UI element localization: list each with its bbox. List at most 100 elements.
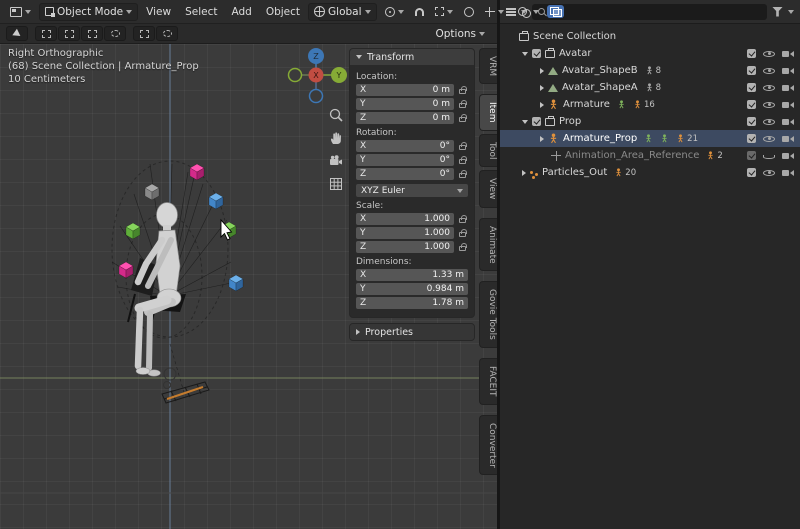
tab-converter[interactable]: Converter	[479, 415, 497, 476]
tab-vrm[interactable]: VRM	[479, 48, 497, 84]
dimensions-y-field[interactable]: Y0.984 m	[356, 283, 468, 295]
location-y-field[interactable]: Y0 m	[356, 98, 454, 110]
outliner-row-armature[interactable]: Armature 16	[500, 96, 800, 113]
outliner-row-avatar-shapeb[interactable]: Avatar_ShapeB 8	[500, 62, 800, 79]
selectable-checkbox[interactable]	[747, 83, 756, 92]
disable-render-icon[interactable]	[782, 168, 794, 177]
hide-eye-icon[interactable]	[763, 134, 775, 144]
pan-button[interactable]	[327, 129, 345, 147]
scale-z-field[interactable]: Z1.000	[356, 241, 454, 253]
control-cube-magenta-top[interactable]	[190, 164, 204, 180]
outliner-row-armature-prop[interactable]: Armature_Prop 21	[500, 130, 800, 147]
select-intersect-button[interactable]	[104, 26, 126, 41]
properties-panel-header[interactable]: Properties	[350, 324, 474, 340]
hide-eye-icon[interactable]	[763, 151, 775, 161]
collection-name[interactable]: Scene Collection	[533, 31, 616, 42]
options-dropdown[interactable]: Options	[429, 25, 491, 43]
disable-render-icon[interactable]	[782, 66, 794, 75]
menu-view[interactable]: View	[140, 0, 177, 24]
disable-render-icon[interactable]	[782, 151, 794, 160]
y-neg-axis-ball[interactable]	[289, 69, 302, 82]
object-name[interactable]: Armature	[563, 99, 610, 110]
expand-icon[interactable]	[540, 136, 544, 142]
outliner-row-avatar[interactable]: Avatar	[500, 45, 800, 62]
disable-render-icon[interactable]	[782, 134, 794, 143]
tool-option-b-button[interactable]	[156, 26, 178, 41]
menu-select[interactable]: Select	[179, 0, 223, 24]
object-name[interactable]: Armature_Prop	[563, 133, 637, 144]
expand-icon[interactable]	[522, 170, 526, 176]
scale-x-field[interactable]: X1.000	[356, 213, 454, 225]
hide-eye-icon[interactable]	[763, 83, 775, 93]
expand-icon[interactable]	[540, 102, 544, 108]
rotation-y-field[interactable]: Y0°	[356, 154, 454, 166]
lock-location-z-button[interactable]	[457, 114, 468, 122]
selectable-checkbox[interactable]	[747, 151, 756, 160]
control-cube-magenta-left[interactable]	[119, 262, 133, 278]
object-name[interactable]: Avatar_ShapeB	[562, 65, 638, 76]
hide-eye-icon[interactable]	[763, 49, 775, 59]
collapse-icon[interactable]	[522, 52, 528, 56]
hide-eye-icon[interactable]	[763, 100, 775, 110]
control-cube-gray[interactable]	[145, 184, 159, 200]
exclude-checkbox[interactable]	[532, 49, 541, 58]
hide-eye-icon[interactable]	[763, 66, 775, 76]
outliner-row-avatar-shapea[interactable]: Avatar_ShapeA 8	[500, 79, 800, 96]
rotation-z-field[interactable]: Z0°	[356, 168, 454, 180]
outliner-row-prop[interactable]: Prop	[500, 113, 800, 130]
toggle-ortho-button[interactable]	[327, 175, 345, 193]
viewport-canvas[interactable]: Right Orthographic (68) Scene Collection…	[0, 44, 497, 529]
lock-scale-z-button[interactable]	[457, 243, 468, 251]
select-extend-button[interactable]	[58, 26, 80, 41]
outliner-row-scene-collection[interactable]: Scene Collection	[500, 28, 800, 45]
dimensions-x-field[interactable]: X1.33 m	[356, 269, 468, 281]
editor-type-button[interactable]	[4, 4, 37, 20]
collection-name[interactable]: Prop	[559, 116, 581, 127]
overlays-dropdown[interactable]	[512, 4, 545, 19]
collection-name[interactable]: Avatar	[559, 48, 591, 59]
z-neg-axis-ball[interactable]	[310, 90, 323, 103]
chevron-down-icon[interactable]	[788, 10, 794, 14]
location-z-field[interactable]: Z0 m	[356, 112, 454, 124]
outliner-search[interactable]	[532, 4, 767, 20]
ground-reference-object[interactable]	[162, 382, 209, 403]
selectable-checkbox[interactable]	[747, 134, 756, 143]
avatar-figure[interactable]	[136, 203, 181, 389]
disable-render-icon[interactable]	[782, 49, 794, 58]
lock-rotation-z-button[interactable]	[457, 170, 468, 178]
location-x-field[interactable]: X0 m	[356, 84, 454, 96]
lock-scale-y-button[interactable]	[457, 229, 468, 237]
tab-govie-tools[interactable]: Govie Tools	[479, 281, 497, 348]
select-subtract-button[interactable]	[81, 26, 103, 41]
xray-toggle[interactable]	[547, 5, 564, 18]
snap-toggle[interactable]	[412, 6, 427, 18]
menu-add[interactable]: Add	[225, 0, 257, 24]
hide-eye-icon[interactable]	[763, 168, 775, 178]
rotation-mode-dropdown[interactable]: XYZ Euler	[356, 184, 468, 197]
dimensions-z-field[interactable]: Z1.78 m	[356, 297, 468, 309]
transform-orientation-dropdown[interactable]: Global	[308, 3, 377, 21]
transform-panel-header[interactable]: Transform	[350, 49, 474, 65]
pivot-point-dropdown[interactable]	[379, 4, 410, 20]
expand-icon[interactable]	[540, 68, 544, 74]
lock-rotation-y-button[interactable]	[457, 156, 468, 164]
camera-view-button[interactable]	[327, 152, 345, 170]
expand-icon[interactable]	[540, 85, 544, 91]
selectable-checkbox[interactable]	[747, 168, 756, 177]
proportional-editing-toggle[interactable]	[461, 5, 477, 19]
collapse-icon[interactable]	[522, 120, 528, 124]
lock-location-x-button[interactable]	[457, 86, 468, 94]
zoom-button[interactable]	[327, 106, 345, 124]
tab-item[interactable]: Item	[479, 94, 497, 131]
lock-rotation-x-button[interactable]	[457, 142, 468, 150]
select-set-button[interactable]	[35, 26, 57, 41]
outliner-row-animation-area-reference[interactable]: Animation_Area_Reference 2	[500, 147, 800, 164]
mode-dropdown[interactable]: Object Mode	[39, 3, 138, 21]
tab-animate[interactable]: Animate	[479, 218, 497, 272]
tab-view[interactable]: View	[479, 170, 497, 207]
orientation-gizmo[interactable]: Z Y X	[286, 46, 350, 106]
active-tool-button[interactable]	[6, 26, 28, 41]
menu-object[interactable]: Object	[260, 0, 306, 24]
scale-y-field[interactable]: Y1.000	[356, 227, 454, 239]
tool-option-a-button[interactable]	[133, 26, 155, 41]
